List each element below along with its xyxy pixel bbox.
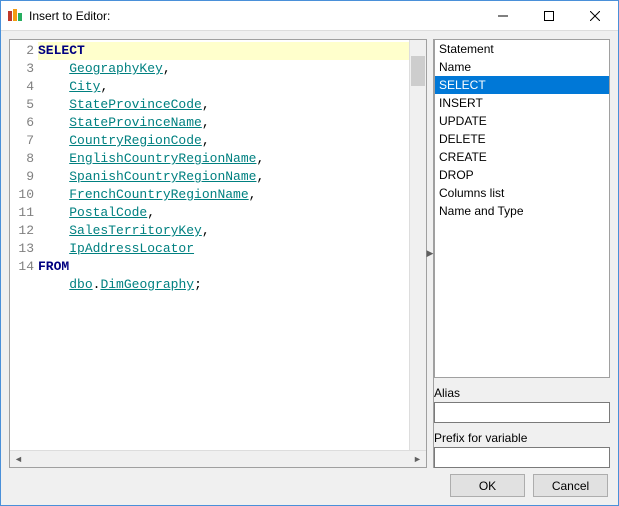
scrollbar-thumb[interactable] xyxy=(411,56,425,86)
maximize-button[interactable] xyxy=(526,1,572,31)
statement-list-item[interactable]: INSERT xyxy=(435,94,609,112)
code-line[interactable]: −SELECT xyxy=(38,42,409,60)
code-line[interactable]: EnglishCountryRegionName, xyxy=(38,150,409,168)
app-icon xyxy=(7,8,23,24)
statement-list-item[interactable]: SELECT xyxy=(435,76,609,94)
cancel-button[interactable]: Cancel xyxy=(533,474,608,497)
code-line[interactable]: SalesTerritoryKey, xyxy=(38,222,409,240)
code-editor[interactable]: 234567891011121314 −SELECT GeographyKey,… xyxy=(9,39,426,468)
editor-horizontal-scrollbar[interactable]: ◄ ► xyxy=(10,450,426,467)
code-line[interactable]: CountryRegionCode, xyxy=(38,132,409,150)
window-controls xyxy=(480,1,618,31)
code-line[interactable]: StateProvinceCode, xyxy=(38,96,409,114)
prefix-label: Prefix for variable xyxy=(434,431,610,445)
prefix-field-group: Prefix for variable xyxy=(434,431,610,468)
statement-list-item[interactable]: CREATE xyxy=(435,148,609,166)
code-line[interactable]: SpanishCountryRegionName, xyxy=(38,168,409,186)
right-column: StatementNameSELECTINSERTUPDATEDELETECRE… xyxy=(434,39,610,468)
main-row: 234567891011121314 −SELECT GeographyKey,… xyxy=(9,39,610,468)
code-line[interactable]: City, xyxy=(38,78,409,96)
statement-list-item[interactable]: Name xyxy=(435,58,609,76)
splitter-grip-icon: ▶ xyxy=(427,248,434,259)
statement-list-item[interactable]: UPDATE xyxy=(435,112,609,130)
editor-vertical-scrollbar[interactable] xyxy=(409,40,426,450)
prefix-input[interactable] xyxy=(434,447,610,468)
code-line[interactable]: StateProvinceName, xyxy=(38,114,409,132)
window-title: Insert to Editor: xyxy=(29,9,480,23)
alias-input[interactable] xyxy=(434,402,610,423)
minimize-button[interactable] xyxy=(480,1,526,31)
alias-label: Alias xyxy=(434,386,610,400)
dialog-content: 234567891011121314 −SELECT GeographyKey,… xyxy=(1,31,618,505)
statement-listbox[interactable]: StatementNameSELECTINSERTUPDATEDELETECRE… xyxy=(434,39,610,378)
statement-list-item[interactable]: Name and Type xyxy=(435,202,609,220)
dialog-window: Insert to Editor: 234567891011121314 −SE… xyxy=(0,0,619,506)
statement-list-item[interactable]: Statement xyxy=(435,40,609,58)
code-line[interactable]: dbo.DimGeography; xyxy=(38,276,409,294)
scroll-left-icon[interactable]: ◄ xyxy=(10,451,27,468)
code-line[interactable]: FROM xyxy=(38,258,409,276)
code-line[interactable]: IpAddressLocator xyxy=(38,240,409,258)
statement-list-item[interactable]: DELETE xyxy=(435,130,609,148)
statement-list-item[interactable]: Columns list xyxy=(435,184,609,202)
code-line[interactable]: FrenchCountryRegionName, xyxy=(38,186,409,204)
alias-field-group: Alias xyxy=(434,386,610,423)
ok-button[interactable]: OK xyxy=(450,474,525,497)
code-line[interactable]: PostalCode, xyxy=(38,204,409,222)
scroll-right-icon[interactable]: ► xyxy=(409,451,426,468)
code-area[interactable]: −SELECT GeographyKey, City, StateProvinc… xyxy=(38,40,409,450)
code-line[interactable]: GeographyKey, xyxy=(38,60,409,78)
titlebar[interactable]: Insert to Editor: xyxy=(1,1,618,31)
line-gutter: 234567891011121314 xyxy=(10,40,38,450)
splitter-handle[interactable]: ▶ xyxy=(426,39,434,468)
button-row: OK Cancel xyxy=(9,474,610,497)
close-button[interactable] xyxy=(572,1,618,31)
statement-list-item[interactable]: DROP xyxy=(435,166,609,184)
